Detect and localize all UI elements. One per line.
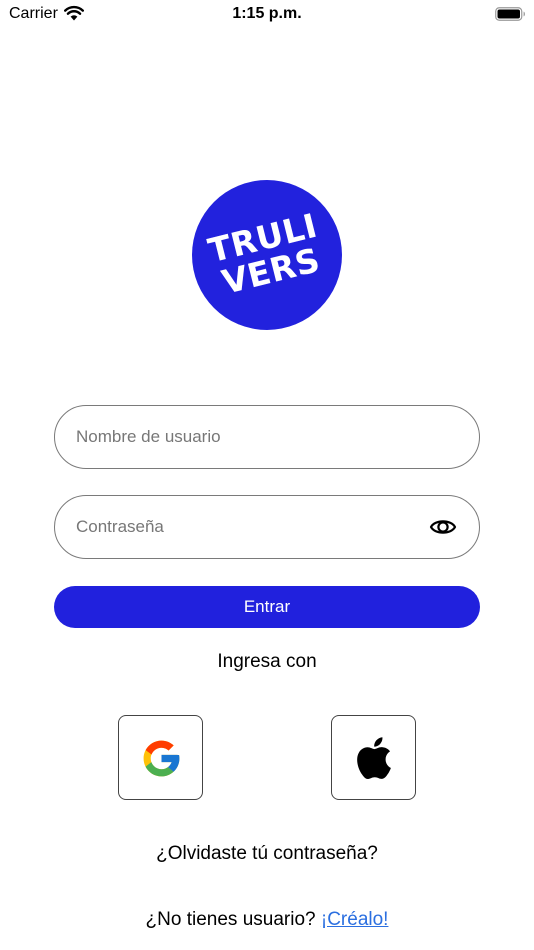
google-login-button[interactable] [118, 715, 203, 800]
eye-icon[interactable] [429, 516, 457, 538]
signup-prompt: ¿No tienes usuario? [145, 909, 316, 930]
google-icon [143, 740, 180, 777]
battery-icon [495, 7, 525, 21]
login-button-label: Entrar [243, 597, 291, 616]
signup-row: ¿No tienes usuario? ¡Créalo! [0, 909, 534, 931]
clock: 1:15 p.m. [232, 5, 302, 22]
signup-link[interactable]: ¡Créalo! [321, 909, 389, 930]
apple-login-button[interactable] [331, 715, 416, 800]
app-logo: TRULI VERS [192, 180, 342, 330]
forgot-password-link[interactable]: ¿Olvidaste tú contraseña? [0, 843, 534, 865]
login-button[interactable]: Entrar [54, 586, 480, 628]
password-input[interactable] [76, 496, 406, 557]
social-login-label: Ingresa con [217, 651, 317, 672]
status-bar: Carrier 1:15 p.m. [0, 0, 534, 28]
username-field[interactable] [54, 405, 480, 469]
apple-icon [357, 737, 391, 780]
password-field[interactable] [54, 495, 480, 559]
username-input[interactable] [76, 406, 406, 467]
